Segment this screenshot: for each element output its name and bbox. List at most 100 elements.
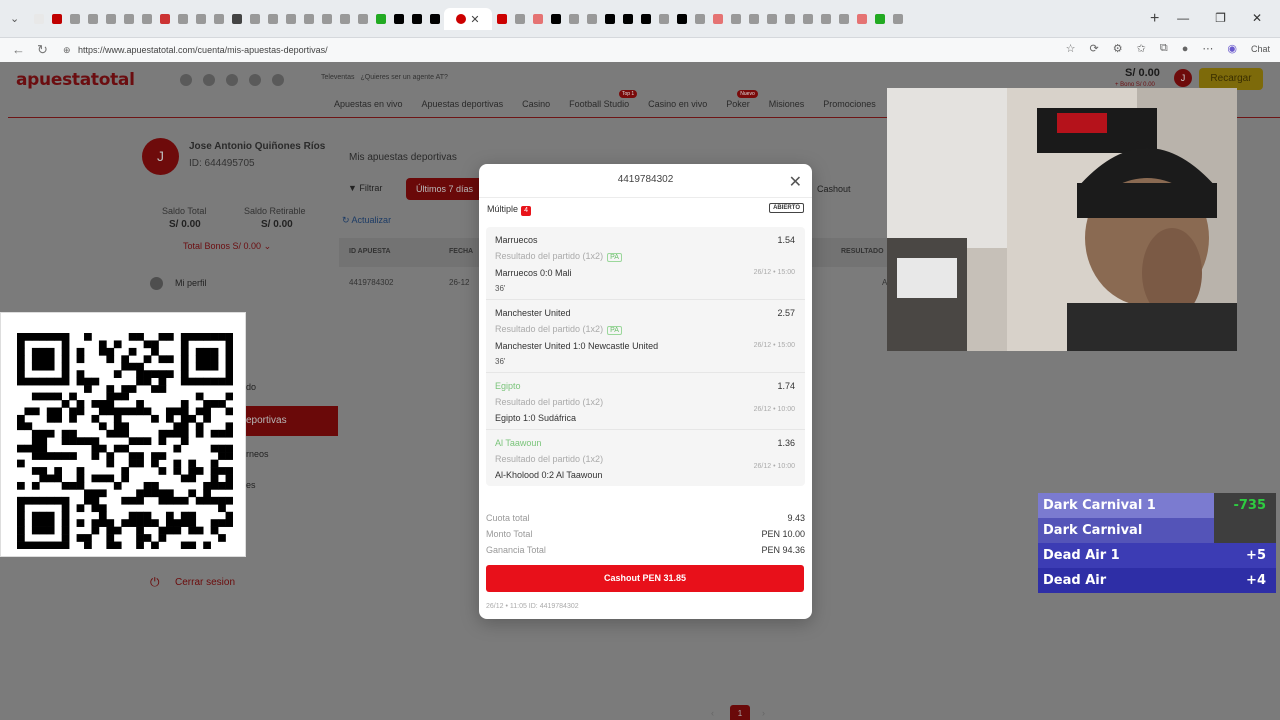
nav-item[interactable]: Misiones: [769, 99, 805, 109]
nav-item[interactable]: Apuestas en vivo: [334, 99, 403, 109]
nav-item[interactable]: Poker Nuevo: [726, 90, 758, 109]
browser-tab[interactable]: [138, 10, 155, 28]
browser-tab[interactable]: [853, 10, 870, 28]
close-window-icon[interactable]: ✕: [1252, 11, 1262, 25]
browser-tab[interactable]: [192, 10, 209, 28]
cashout-tab[interactable]: Cashout: [817, 184, 851, 194]
browser-tab[interactable]: [745, 10, 762, 28]
restore-icon[interactable]: ❐: [1215, 11, 1226, 25]
reload-icon[interactable]: ↻: [37, 42, 48, 58]
more-menu-icon[interactable]: ⋯: [1202, 42, 1213, 55]
browser-tab[interactable]: [390, 10, 407, 28]
recharge-button[interactable]: Recargar: [1199, 68, 1263, 90]
browser-tab[interactable]: [48, 10, 65, 28]
youtube-icon[interactable]: [272, 74, 284, 86]
browser-tab[interactable]: [120, 10, 137, 28]
menu-item-partial-3[interactable]: es: [246, 480, 256, 490]
browser-tab[interactable]: [426, 10, 443, 28]
browser-tab[interactable]: [835, 10, 852, 28]
active-browser-tab[interactable]: ✕: [444, 8, 492, 30]
browser-tab[interactable]: [210, 10, 227, 28]
nav-item[interactable]: Apuestas deportivas: [422, 99, 504, 109]
menu-mis-apuestas-active[interactable]: eportivas: [240, 406, 338, 436]
cashout-button[interactable]: Cashout PEN 31.85: [486, 565, 804, 592]
x-icon[interactable]: [249, 74, 261, 86]
browser-tab[interactable]: [871, 10, 888, 28]
browser-tab[interactable]: [709, 10, 726, 28]
browser-tab[interactable]: [30, 10, 47, 28]
browser-tab[interactable]: [493, 10, 510, 28]
browser-tab[interactable]: [691, 10, 708, 28]
browser-tab[interactable]: [601, 10, 618, 28]
browser-tab[interactable]: [318, 10, 335, 28]
refresh-extension-icon[interactable]: ⟳: [1090, 42, 1099, 55]
browser-tab[interactable]: [354, 10, 371, 28]
bookmark-star-icon[interactable]: ☆: [1066, 42, 1076, 55]
next-page-icon[interactable]: ›: [762, 708, 765, 718]
browser-tab[interactable]: [637, 10, 654, 28]
new-tab-button[interactable]: +: [1150, 10, 1159, 28]
browser-tab[interactable]: [763, 10, 780, 28]
televentas-link[interactable]: Televentas: [321, 74, 354, 81]
minimize-icon[interactable]: —: [1177, 11, 1189, 25]
browser-tab[interactable]: [817, 10, 834, 28]
menu-item-partial-2[interactable]: rneos: [246, 449, 269, 459]
url-field[interactable]: ⊕ https://www.apuestatotal.com/cuenta/mi…: [60, 40, 1110, 60]
tiktok-icon[interactable]: [226, 74, 238, 86]
browser-tab[interactable]: [408, 10, 425, 28]
browser-tab[interactable]: [781, 10, 798, 28]
browser-tab[interactable]: [300, 10, 317, 28]
browser-tab[interactable]: [583, 10, 600, 28]
filter-button[interactable]: ▼ Filtrar: [348, 183, 382, 193]
site-info-icon[interactable]: ⊕: [63, 40, 71, 60]
browser-tab[interactable]: [799, 10, 816, 28]
browser-tab[interactable]: [246, 10, 263, 28]
row-bet-id[interactable]: 4419784302: [349, 278, 394, 287]
tab-close-icon[interactable]: ✕: [470, 13, 479, 26]
nav-item[interactable]: Casino: [522, 99, 550, 109]
browser-tab[interactable]: [529, 10, 546, 28]
browser-tab[interactable]: [547, 10, 564, 28]
page-1-button[interactable]: 1: [730, 705, 750, 720]
extensions-icon[interactable]: ⚙: [1113, 42, 1123, 55]
nav-item[interactable]: Promociones: [823, 99, 876, 109]
header-avatar[interactable]: J: [1174, 69, 1192, 87]
site-logo[interactable]: apuestatotal: [16, 70, 135, 90]
browser-tab[interactable]: [565, 10, 582, 28]
collections-icon[interactable]: ⧉: [1160, 42, 1168, 55]
chat-label[interactable]: Chat: [1251, 44, 1270, 54]
agente-link[interactable]: ¿Quieres ser un agente AT?: [360, 74, 447, 81]
period-tab[interactable]: Últimos 7 días: [406, 178, 486, 200]
browser-tab[interactable]: [655, 10, 672, 28]
total-bonos-dropdown[interactable]: Total Bonos S/ 0.00 ⌄: [183, 241, 271, 252]
refresh-button[interactable]: ↻ Actualizar: [342, 215, 391, 226]
prev-page-icon[interactable]: ‹: [711, 708, 714, 718]
instagram-icon[interactable]: [180, 74, 192, 86]
browser-tab[interactable]: [619, 10, 636, 28]
logout-link[interactable]: Cerrar sesion: [175, 577, 235, 588]
browser-tab[interactable]: [372, 10, 389, 28]
browser-tab[interactable]: [673, 10, 690, 28]
profile-icon[interactable]: ●: [1182, 43, 1189, 55]
copilot-icon[interactable]: ◉: [1227, 42, 1237, 55]
browser-tab[interactable]: [511, 10, 528, 28]
nav-item[interactable]: Football Studio Top 1: [569, 90, 638, 109]
browser-tab[interactable]: [282, 10, 299, 28]
nav-item[interactable]: Casino en vivo: [648, 99, 707, 109]
tab-list-icon[interactable]: ⌄: [10, 12, 24, 26]
back-icon[interactable]: ←: [12, 42, 25, 57]
browser-tab[interactable]: [102, 10, 119, 28]
menu-item-partial-1[interactable]: do: [246, 382, 256, 392]
browser-tab[interactable]: [156, 10, 173, 28]
browser-tab[interactable]: [264, 10, 281, 28]
browser-tab[interactable]: [66, 10, 83, 28]
browser-tab[interactable]: [84, 10, 101, 28]
menu-mi-perfil[interactable]: Mi perfil: [175, 278, 207, 288]
browser-tab[interactable]: [889, 10, 906, 28]
browser-tab[interactable]: [336, 10, 353, 28]
browser-tab[interactable]: [174, 10, 191, 28]
close-icon[interactable]: ✕: [789, 172, 802, 192]
facebook-icon[interactable]: [203, 74, 215, 86]
browser-tab[interactable]: [727, 10, 744, 28]
favorites-icon[interactable]: ✩: [1137, 42, 1146, 55]
